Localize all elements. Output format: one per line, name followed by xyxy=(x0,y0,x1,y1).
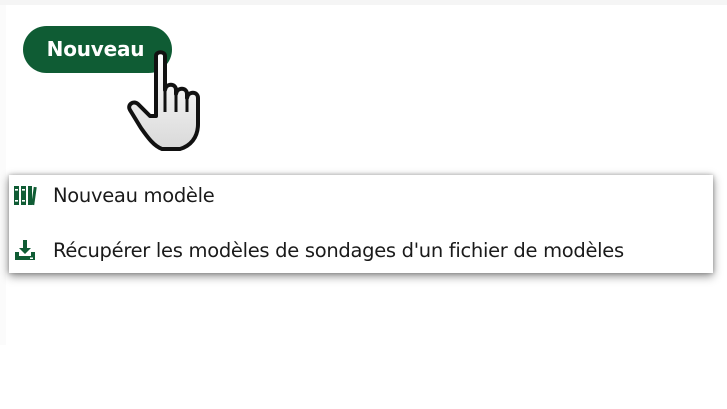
menu-item-label: Récupérer les modèles de sondages d'un f… xyxy=(53,238,624,262)
left-edge xyxy=(0,5,6,345)
menu-item-new-template[interactable]: Nouveau modèle xyxy=(9,175,713,215)
menu-item-label: Nouveau modèle xyxy=(53,183,215,207)
books-icon xyxy=(14,186,37,206)
menu-item-import-templates[interactable]: Récupérer les modèles de sondages d'un f… xyxy=(9,230,713,270)
top-bar xyxy=(0,0,727,5)
page: Nouveau Nouveau modèle Récupérer les mod… xyxy=(0,0,727,409)
new-dropdown-menu: Nouveau modèle Récupérer les modèles de … xyxy=(9,175,713,273)
hand-pointer-icon xyxy=(127,50,200,151)
download-tray-icon xyxy=(15,240,35,260)
